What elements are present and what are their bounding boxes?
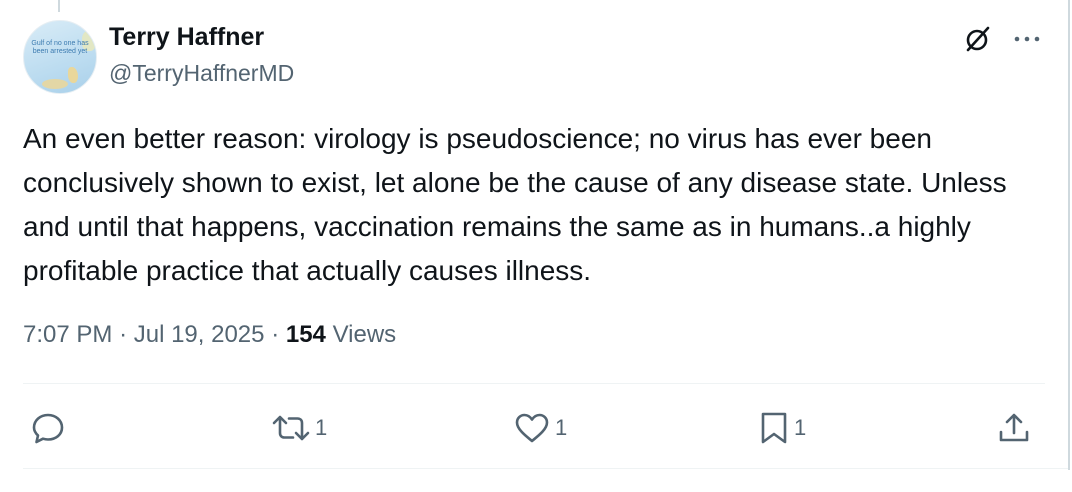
- meta-separator: ·: [119, 321, 128, 348]
- like-icon: [513, 410, 551, 446]
- meta-separator: ·: [271, 321, 280, 348]
- tweet-meta: 7:07 PM · Jul 19, 2025 · 154 Views: [23, 318, 396, 352]
- bookmark-count: 1: [794, 415, 807, 440]
- bookmark-icon: [758, 410, 790, 446]
- tweet-time[interactable]: 7:07 PM: [23, 321, 112, 348]
- more-icon[interactable]: [1012, 24, 1042, 54]
- divider: [23, 383, 1045, 384]
- retweet-button[interactable]: 1: [271, 406, 327, 450]
- avatar-caption: Gulf of no one has been arrested yet: [31, 40, 89, 55]
- reply-button[interactable]: [30, 406, 70, 450]
- like-button[interactable]: 1: [513, 406, 567, 450]
- reply-icon: [30, 410, 66, 446]
- tweet-date[interactable]: Jul 19, 2025: [134, 321, 265, 348]
- share-icon: [996, 410, 1032, 446]
- timeline-border: [1068, 0, 1070, 470]
- avatar-map-land: [68, 67, 78, 83]
- tweet-text: An even better reason: virology is pseud…: [23, 123, 1007, 286]
- divider: [23, 468, 1068, 469]
- views-count: 154: [285, 321, 326, 348]
- thread-connector-line: [58, 0, 60, 12]
- views-label: Views: [332, 321, 397, 348]
- like-count: 1: [555, 415, 568, 440]
- retweet-icon: [271, 410, 311, 446]
- avatar[interactable]: Gulf of no one has been arrested yet: [23, 20, 97, 94]
- share-button[interactable]: [996, 406, 1032, 450]
- author-display-name[interactable]: Terry Haffner: [109, 21, 264, 53]
- avatar-map-land: [42, 79, 68, 89]
- bookmark-button[interactable]: 1: [758, 406, 806, 450]
- grok-icon[interactable]: [963, 26, 993, 52]
- author-handle[interactable]: @TerryHaffnerMD: [109, 58, 294, 88]
- retweet-count: 1: [315, 415, 328, 440]
